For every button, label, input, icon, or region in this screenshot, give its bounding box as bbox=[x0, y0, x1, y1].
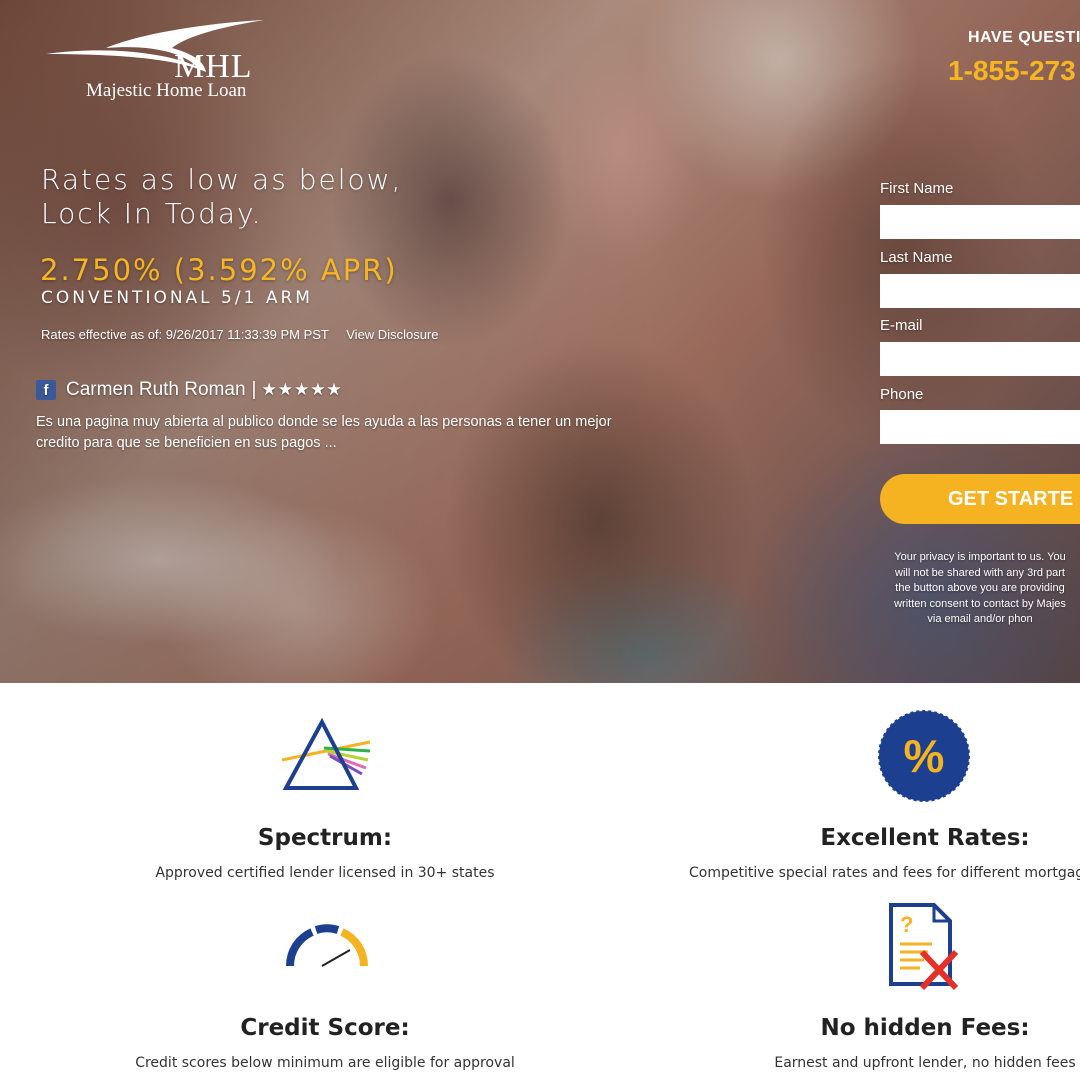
rates-effective-text: Rates effective as of: 9/26/2017 11:33:3… bbox=[41, 327, 329, 342]
feature-desc: Credit scores below minimum are eligible… bbox=[135, 1055, 515, 1071]
feature-title: Spectrum: bbox=[257, 825, 393, 851]
svg-text:%: % bbox=[904, 730, 945, 782]
email-label: E-mail bbox=[880, 317, 923, 334]
feature-desc: Earnest and upfront lender, no hidden fe… bbox=[774, 1055, 1076, 1071]
have-questions-label: HAVE QUESTI bbox=[968, 29, 1080, 46]
logo[interactable]: MHL Majestic Home Loan bbox=[44, 18, 274, 108]
first-name-field[interactable] bbox=[880, 205, 1080, 239]
phone-field[interactable] bbox=[880, 410, 1080, 444]
get-started-button[interactable]: GET STARTE bbox=[880, 474, 1080, 524]
review-stars: ★★★★★ bbox=[261, 380, 343, 399]
rate-display: 2.750% (3.592% APR) bbox=[40, 253, 398, 287]
privacy-line: written consent to contact by Majes bbox=[894, 597, 1066, 610]
hero-headline: Rates as low as below, Lock In Today. bbox=[41, 163, 402, 231]
feature-title: No hidden Fees: bbox=[820, 1015, 1030, 1041]
privacy-line: via email and/or phon bbox=[927, 613, 1033, 625]
feature-desc: Approved certified lender licensed in 30… bbox=[155, 865, 495, 881]
privacy-line: the button above you are providing bbox=[895, 582, 1065, 594]
review-header: f Carmen Ruth Roman | ★★★★★ bbox=[36, 379, 343, 401]
document-x-icon: ? bbox=[889, 903, 959, 991]
headline-line-1: Rates as low as below, bbox=[41, 163, 403, 196]
feature-title: Credit Score: bbox=[240, 1015, 410, 1041]
percent-badge-icon: % bbox=[878, 710, 970, 802]
first-name-label: First Name bbox=[880, 180, 954, 197]
feature-title: Excellent Rates: bbox=[820, 825, 1030, 851]
headline-line-2: Lock In Today. bbox=[41, 197, 263, 230]
privacy-line: Your privacy is important to us. You bbox=[894, 551, 1066, 563]
rates-effective: Rates effective as of: 9/26/2017 11:33:3… bbox=[41, 327, 439, 342]
phone-label: Phone bbox=[880, 386, 924, 403]
last-name-label: Last Name bbox=[880, 249, 953, 266]
feature-desc: Competitive special rates and fees for d… bbox=[689, 865, 1080, 881]
gauge-icon bbox=[285, 924, 369, 967]
review-separator: | bbox=[251, 379, 257, 400]
privacy-notice: Your privacy is important to us. You wil… bbox=[880, 550, 1080, 628]
svg-text:?: ? bbox=[900, 912, 913, 937]
hero-banner: MHL Majestic Home Loan Rates as low as b… bbox=[0, 0, 1080, 683]
prism-icon bbox=[281, 718, 371, 790]
phone-number-link[interactable]: 1-855-273 bbox=[948, 55, 1076, 87]
email-field[interactable] bbox=[880, 342, 1080, 376]
loan-product: CONVENTIONAL 5/1 ARM bbox=[41, 288, 313, 308]
facebook-icon[interactable]: f bbox=[36, 380, 56, 400]
review-text: Es una pagina muy abierta al publico don… bbox=[36, 414, 612, 451]
privacy-line: will not be shared with any 3rd part bbox=[895, 566, 1065, 579]
review-author: Carmen Ruth Roman bbox=[66, 379, 246, 400]
last-name-field[interactable] bbox=[880, 274, 1080, 308]
logo-name: Majestic Home Loan bbox=[86, 80, 247, 101]
view-disclosure-link[interactable]: View Disclosure bbox=[346, 327, 438, 342]
